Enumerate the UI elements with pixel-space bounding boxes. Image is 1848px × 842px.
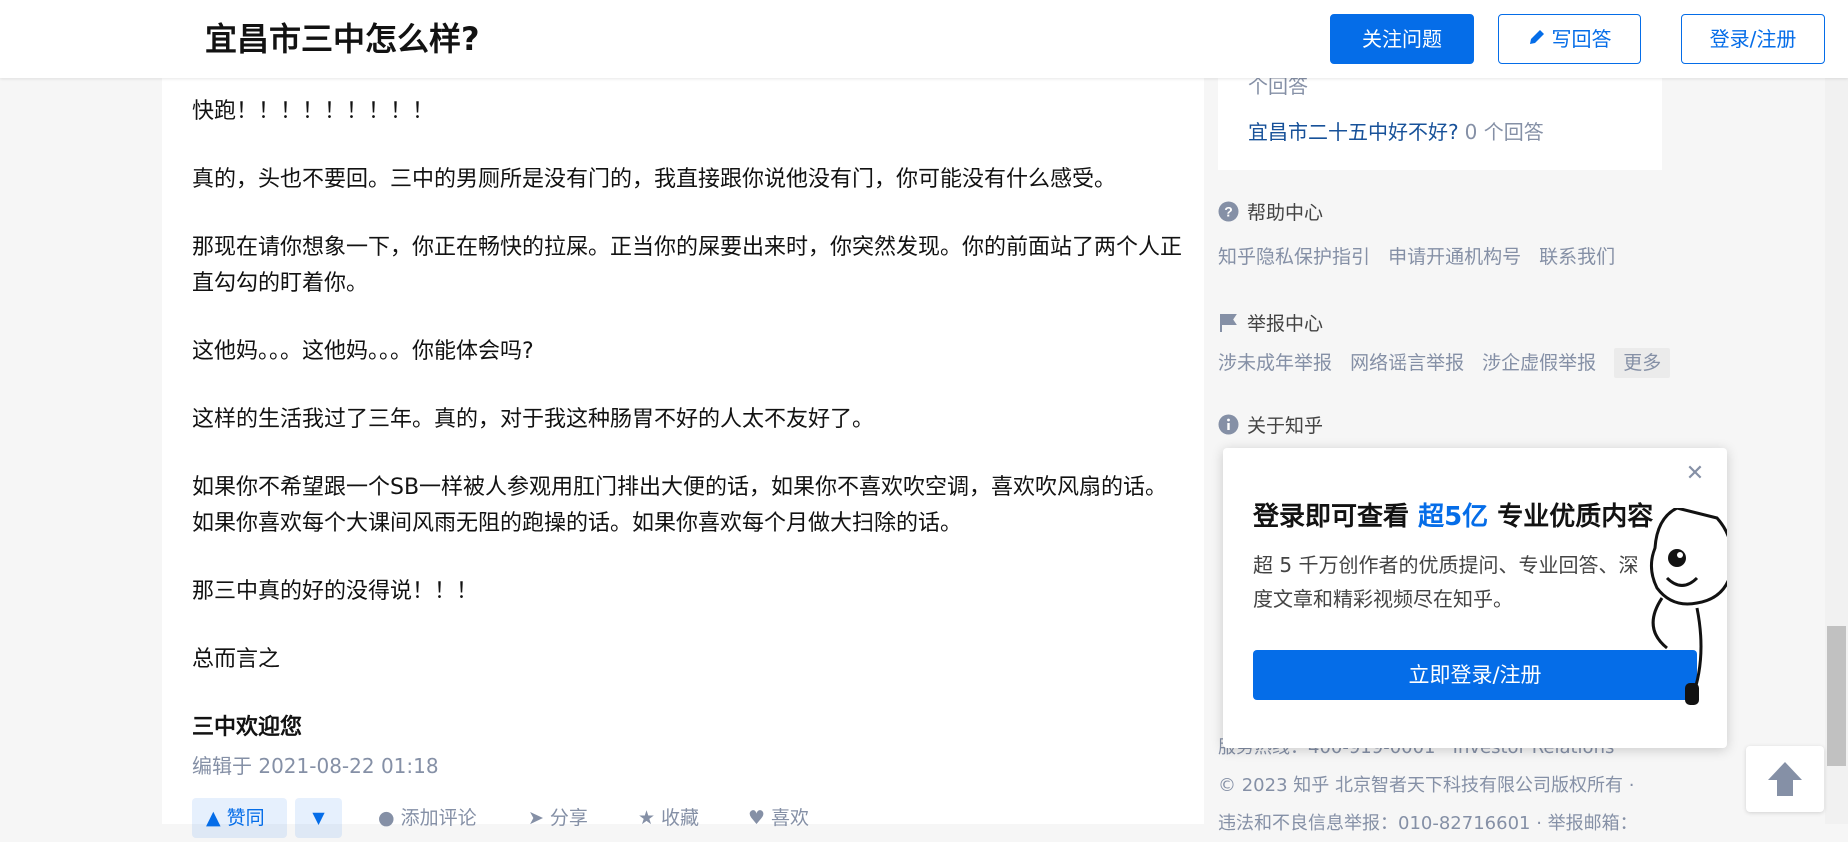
- collect-label: 收藏: [661, 807, 700, 829]
- scrollbar-thumb[interactable]: [1827, 626, 1846, 766]
- back-to-top-button[interactable]: [1746, 746, 1824, 812]
- popup-title-suffix: 专业优质内容: [1497, 502, 1654, 532]
- footer-report-line: 违法和不良信息举报：010-82716601 · 举报邮箱：: [1218, 813, 1638, 834]
- star-icon: ★: [638, 807, 656, 829]
- pen-icon: [1528, 15, 1546, 63]
- about-label: 关于知乎: [1247, 415, 1324, 437]
- flag-icon: [1218, 312, 1239, 333]
- share-label: 分享: [549, 807, 588, 829]
- report-center-label: 举报中心: [1247, 313, 1324, 335]
- close-icon[interactable]: ✕: [1683, 462, 1707, 486]
- follow-question-button[interactable]: 关注问题: [1330, 14, 1474, 64]
- edit-timestamp: 编辑于 2021-08-22 01:18: [192, 754, 439, 778]
- downvote-button[interactable]: ▼: [295, 798, 342, 838]
- comment-button[interactable]: ● 添加评论: [378, 798, 477, 838]
- login-register-button[interactable]: 登录/注册: [1681, 14, 1825, 64]
- answer-card: 快跑！！！！！！！！！ 真的，头也不要回。三中的男厕所是没有门的，我直接跟你说他…: [162, 78, 1204, 838]
- report-link[interactable]: 涉企虚假举报: [1482, 352, 1596, 374]
- related-question-link[interactable]: 宜昌市二十五中好不好? 0 个回答: [1248, 116, 1544, 145]
- answer-paragraph: 总而言之: [192, 647, 281, 672]
- report-link[interactable]: 涉未成年举报: [1218, 352, 1332, 374]
- answer-paragraph-bold: 三中欢迎您: [192, 715, 303, 740]
- answer-paragraph: 快跑！！！！！！！！！: [192, 99, 435, 124]
- answer-paragraph: 如果你不希望跟一个SB一样被人参观用肛门排出大便的话，如果你不喜欢吹空调，喜欢吹…: [192, 475, 1168, 536]
- report-links: 涉未成年举报 网络谣言举报 涉企虚假举报 更多: [1218, 348, 1682, 378]
- info-circle-icon: [1218, 414, 1239, 435]
- answer-paragraph: 这他妈。。。这他妈。。。你能体会吗?: [192, 339, 534, 364]
- answer-paragraph: 那三中真的好的没得说！！！: [192, 579, 479, 604]
- top-header: 宜昌市三中怎么样? 关注问题 写回答 登录/注册: [0, 0, 1848, 78]
- like-label: 喜欢: [771, 807, 810, 829]
- popup-title-highlight: 超5亿: [1418, 502, 1489, 532]
- question-title: 宜昌市三中怎么样?: [205, 20, 480, 58]
- popup-description: 超 5 千万创作者的优质提问、专业回答、深度文章和精彩视频尽在知乎。: [1253, 553, 1639, 611]
- send-icon: ➤: [528, 807, 544, 829]
- answer-paragraph: 那现在请你想象一下，你正在畅快的拉屎。正当你的屎要出来时，你突然发现。你的前面站…: [192, 235, 1183, 296]
- triangle-down-icon: ▼: [312, 808, 325, 827]
- popup-title-prefix: 登录即可查看: [1253, 502, 1410, 532]
- write-answer-label: 写回答: [1551, 27, 1612, 51]
- share-button[interactable]: ➤ 分享: [528, 798, 588, 838]
- related-question-answer-count: 0 个回答: [1464, 120, 1544, 144]
- footer-copyright-line: © 2023 知乎 北京智者天下科技有限公司版权所有 ·: [1218, 775, 1635, 796]
- about-title: 关于知乎: [1218, 413, 1323, 439]
- related-question-title: 宜昌市二十五中好不好?: [1248, 120, 1459, 144]
- upvote-button[interactable]: ▲ 赞同: [192, 798, 287, 838]
- write-answer-button[interactable]: 写回答: [1498, 14, 1641, 64]
- comment-icon: ●: [378, 807, 395, 829]
- upvote-label: 赞同: [226, 807, 265, 829]
- report-more-button[interactable]: 更多: [1614, 348, 1671, 378]
- help-center-label: 帮助中心: [1247, 202, 1324, 224]
- login-promo-popup: ✕ 登录即可查看 超5亿 专业优质内容 超 5 千万创作者的优质提问、专业回答、…: [1223, 448, 1727, 748]
- help-link[interactable]: 知乎隐私保护指引: [1218, 246, 1370, 268]
- answer-paragraph: 这样的生活我过了三年。真的，对于我这种肠胃不好的人太不友好了。: [192, 407, 875, 432]
- mascot-dog-illustration: [1637, 506, 1727, 712]
- help-links: 知乎隐私保护指引 申请开通机构号 联系我们: [1218, 242, 1627, 272]
- help-link[interactable]: 申请开通机构号: [1388, 246, 1521, 268]
- like-button[interactable]: ♥ 喜欢: [748, 798, 809, 838]
- help-link[interactable]: 联系我们: [1539, 246, 1615, 268]
- report-center-title: 举报中心: [1218, 311, 1323, 337]
- answer-paragraph: 真的，头也不要回。三中的男厕所是没有门的，我直接跟你说他没有门，你可能没有什么感…: [192, 167, 1117, 192]
- collect-button[interactable]: ★ 收藏: [638, 798, 699, 838]
- report-link[interactable]: 网络谣言举报: [1350, 352, 1464, 374]
- triangle-up-icon: ▲: [206, 807, 221, 829]
- popup-title: 登录即可查看 超5亿 专业优质内容: [1253, 496, 1653, 533]
- help-center-title: ? 帮助中心: [1218, 200, 1323, 226]
- answer-action-bar: ▲ 赞同 ▼ ● 添加评论 ➤ 分享 ★ 收藏 ♥ 喜欢: [192, 798, 892, 838]
- answer-content: 快跑！！！！！！！！！ 真的，头也不要回。三中的男厕所是没有门的，我直接跟你说他…: [192, 94, 1182, 778]
- heart-icon: ♥: [748, 807, 766, 829]
- question-circle-icon: ?: [1218, 201, 1239, 222]
- comment-label: 添加评论: [400, 807, 477, 829]
- login-now-button[interactable]: 立即登录/注册: [1253, 650, 1697, 700]
- svg-text:?: ?: [1224, 204, 1233, 220]
- arrow-up-icon: [1746, 762, 1824, 816]
